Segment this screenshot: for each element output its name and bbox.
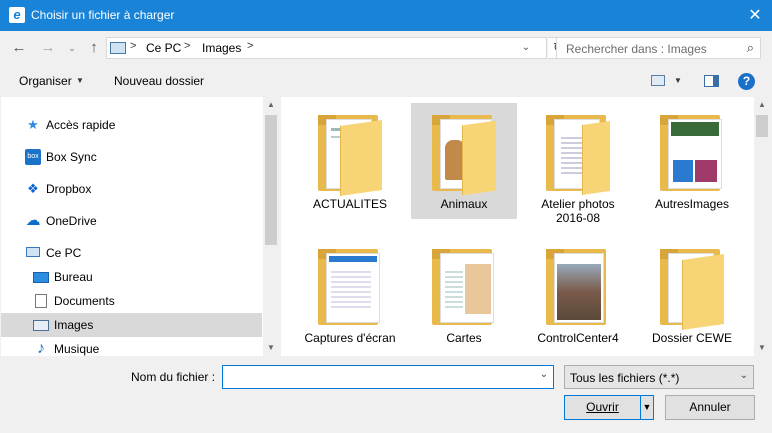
close-button[interactable]: ✕ [738, 0, 772, 31]
chevron-down-icon[interactable]: ⌄ [740, 370, 748, 381]
sidebar-item-label: Bureau [54, 270, 93, 284]
window-title: Choisir un fichier à charger [31, 8, 175, 22]
sidebar-item-label: Images [54, 318, 94, 332]
sidebar-item-documents[interactable]: Documents [1, 289, 262, 313]
scroll-down-icon[interactable]: ▼ [263, 340, 279, 356]
open-button-main[interactable]: Ouvrir [565, 396, 640, 419]
folder-icon [660, 249, 724, 330]
breadcrumb-separator[interactable]: > [184, 40, 190, 52]
sidebar-item-label: OneDrive [46, 214, 97, 228]
file-label: Animaux [440, 197, 488, 211]
sidebar-item-ce-pc[interactable]: Ce PC [1, 241, 262, 265]
file-label: Captures d'écran [304, 331, 396, 345]
folder-atelier-photos[interactable]: Atelier photos 2016-08 [525, 103, 631, 225]
up-arrow-icon[interactable]: ↑ [86, 39, 102, 57]
folder-icon [546, 115, 610, 195]
sidebar-item-label: Box Sync [46, 150, 97, 164]
breadcrumb-separator[interactable]: > [247, 40, 253, 52]
folder-icon [318, 115, 382, 196]
title-bar: e Choisir un fichier à charger ✕ [0, 0, 772, 31]
chevron-down-icon[interactable]: ▼ [76, 76, 84, 85]
sidebar-item-label: Accès rapide [46, 118, 116, 132]
sidebar-item-images[interactable]: Images [1, 313, 262, 337]
folder-icon [432, 249, 496, 327]
sidebar-item-label: Ce PC [46, 246, 82, 260]
dropbox-icon: ❖ [27, 181, 39, 196]
organize-button[interactable]: Organiser [19, 74, 72, 88]
open-split-dropdown-icon[interactable]: ▼ [640, 396, 653, 419]
music-icon: ♪ [37, 340, 45, 357]
search-icon[interactable]: ⌕ [747, 40, 754, 56]
file-label: Dossier CEWE [651, 331, 732, 345]
file-label: Atelier photos 2016-08 [541, 197, 615, 225]
ie-icon: e [9, 7, 25, 23]
filename-label: Nom du fichier : [131, 370, 215, 384]
sidebar-item-acces-rapide[interactable]: ★ Accès rapide [1, 113, 262, 137]
sidebar-item-box-sync[interactable]: box Box Sync [1, 145, 262, 169]
folder-icon [432, 115, 496, 196]
scroll-up-icon[interactable]: ▲ [754, 97, 770, 113]
search-input[interactable]: Rechercher dans : Images ⌕ [556, 37, 761, 59]
star-icon: ★ [27, 117, 39, 132]
help-icon[interactable]: ? [738, 73, 755, 90]
preview-pane-icon[interactable] [704, 75, 719, 87]
recent-locations-chevron-icon[interactable]: ⌄ [66, 41, 78, 55]
view-options-icon[interactable] [651, 75, 665, 86]
folder-animaux[interactable]: Animaux [411, 103, 517, 219]
open-button[interactable]: Ouvrir ▼ [564, 395, 654, 420]
sidebar-scrollbar[interactable]: ▲ ▼ [263, 97, 279, 356]
box-icon: box [25, 149, 41, 165]
open-label: Ouvrir [586, 400, 619, 414]
back-arrow-icon[interactable]: ← [10, 39, 28, 57]
file-label: ACTUALITES [312, 197, 387, 211]
navigation-pane: ★ Accès rapide box Box Sync ❖ Dropbox ☁ … [1, 97, 279, 356]
folder-actualites[interactable]: ACTUALITES [297, 103, 403, 219]
breadcrumb-separator[interactable]: > [130, 40, 136, 52]
filename-input[interactable] [222, 365, 554, 389]
folder-captures-ecran[interactable]: Captures d'écran [297, 237, 403, 353]
cloud-icon: ☁ [25, 212, 41, 229]
filename-dropdown-icon[interactable]: ⌄ [537, 369, 551, 380]
pc-icon [110, 42, 126, 54]
filename-label-text: Nom du fichier : [131, 370, 216, 384]
folder-autresimages[interactable]: AutresImages [639, 103, 745, 219]
sidebar-item-bureau[interactable]: Bureau [1, 265, 262, 289]
desktop-icon [33, 269, 49, 285]
sidebar-item-label: Dropbox [46, 182, 92, 196]
pictures-icon [33, 317, 49, 333]
file-list-scrollbar[interactable]: ▲ ▼ [754, 97, 770, 356]
forward-arrow-icon[interactable]: → [39, 39, 57, 57]
sidebar-item-musique[interactable]: ♪ Musique [1, 337, 262, 357]
search-placeholder: Rechercher dans : Images [566, 42, 707, 56]
file-type-select[interactable]: Tous les fichiers (*.*) ⌄ [564, 365, 754, 389]
address-bar[interactable]: > Ce PC > Images > ⌄ [106, 37, 547, 59]
cancel-button[interactable]: Annuler [665, 395, 755, 420]
breadcrumb-ce-pc[interactable]: Ce PC [146, 41, 181, 55]
sidebar-item-onedrive[interactable]: ☁ OneDrive [1, 209, 262, 233]
folder-controlcenter4[interactable]: ControlCenter4 [525, 237, 631, 353]
sidebar-item-dropbox[interactable]: ❖ Dropbox [1, 177, 262, 201]
file-list: ACTUALITES Animaux Atelier photos 2016-0… [281, 97, 770, 356]
sidebar-item-label: Documents [54, 294, 115, 308]
file-label: AutresImages [654, 197, 730, 211]
file-label: Cartes [446, 331, 482, 345]
new-folder-button[interactable]: Nouveau dossier [114, 74, 204, 88]
scroll-down-icon[interactable]: ▼ [754, 340, 770, 356]
breadcrumb-images[interactable]: Images [202, 41, 241, 55]
scroll-up-icon[interactable]: ▲ [263, 97, 279, 113]
address-dropdown-icon[interactable]: ⌄ [519, 40, 533, 56]
document-icon [33, 293, 49, 309]
scroll-thumb[interactable] [756, 115, 768, 137]
folder-cartes[interactable]: Cartes [411, 237, 517, 353]
folder-icon [546, 249, 610, 327]
file-type-value: Tous les fichiers (*.*) [570, 371, 680, 385]
file-label: ControlCenter4 [537, 331, 619, 345]
scroll-thumb[interactable] [265, 115, 277, 245]
folder-icon [660, 115, 724, 193]
folder-icon [318, 249, 382, 327]
sidebar-item-label: Musique [54, 342, 100, 356]
chevron-down-icon[interactable]: ▼ [674, 76, 682, 85]
computer-icon [25, 245, 41, 261]
folder-dossier-cewe[interactable]: Dossier CEWE [639, 237, 745, 353]
